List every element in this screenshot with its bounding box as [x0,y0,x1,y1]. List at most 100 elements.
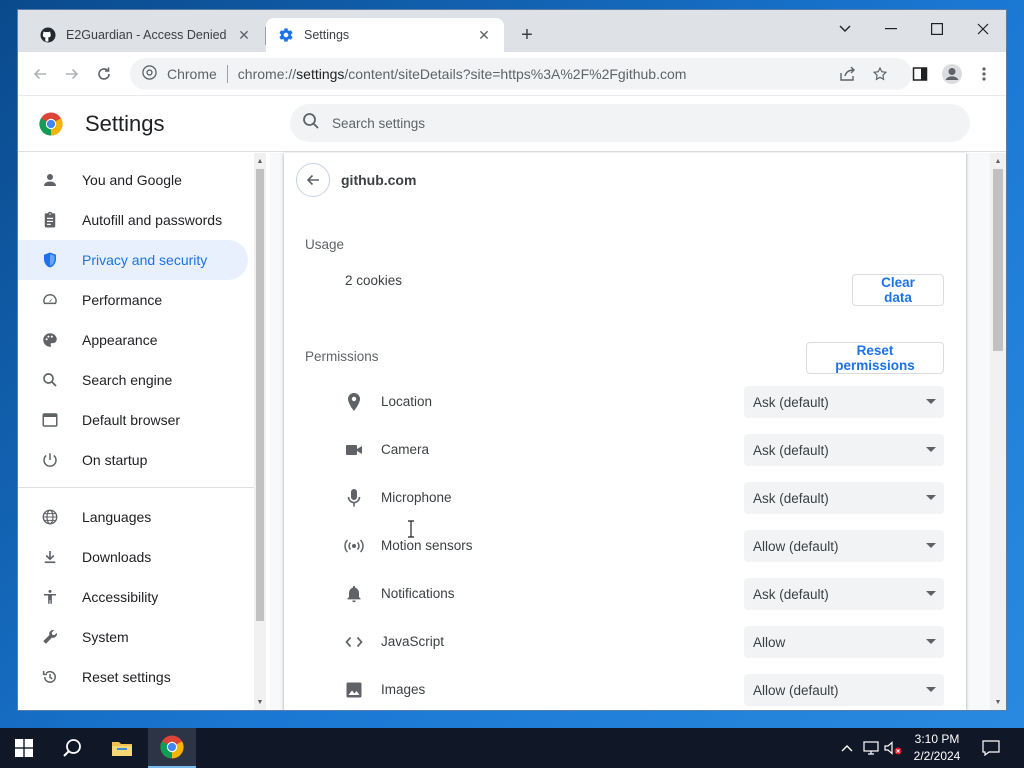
settings-sidebar: You and Google Autofill and passwords Pr… [18,153,270,710]
select-value: Ask (default) [753,442,829,458]
speedometer-icon [40,290,60,310]
permissions-heading: Permissions [305,349,379,364]
select-value: Allow [753,634,786,650]
side-panel-icon[interactable] [908,62,932,86]
image-icon [342,680,366,700]
sidebar-item-label: Downloads [82,549,152,565]
maximize-icon[interactable] [922,16,952,42]
windows-start-icon[interactable] [0,728,48,768]
url-host: settings [296,66,345,82]
tab-title: Settings [304,28,350,42]
taskbar-clock[interactable]: 3:10 PM 2/2/2024 [903,731,971,765]
github-icon [40,27,56,43]
main-scrollbar[interactable]: ▲ ▼ [990,153,1006,710]
site-label: Chrome [167,66,217,82]
javascript-select[interactable]: Allow [744,626,944,658]
sidebar-item-on-startup[interactable]: On startup [18,440,248,480]
history-icon [40,667,60,687]
sidebar-item-appearance[interactable]: Appearance [18,320,248,360]
chrome-icon [142,65,157,83]
motion-sensors-select[interactable]: Allow (default) [744,530,944,562]
dropdown-caret-icon [926,687,936,692]
sidebar-item-label: Privacy and security [82,252,208,268]
microphone-select[interactable]: Ask (default) [744,482,944,514]
palette-icon [40,330,60,350]
sidebar-item-label: Search engine [82,372,173,388]
select-value: Ask (default) [753,490,829,506]
network-icon[interactable] [862,739,880,757]
sidebar-item-label: Accessibility [82,589,159,605]
bookmark-star-icon[interactable] [868,62,892,86]
code-icon [342,632,366,652]
clear-data-button[interactable]: Clear data [852,274,944,306]
usage-heading: Usage [305,237,345,252]
sidebar-item-label: Performance [82,292,163,308]
location-select[interactable]: Ask (default) [744,386,944,418]
taskbar-search-icon[interactable] [48,728,96,768]
site-details-card: github.com Usage 2 cookies Clear data Pe… [284,153,966,710]
sidebar-divider [18,487,254,488]
notifications-select[interactable]: Ask (default) [744,578,944,610]
minimize-icon[interactable] [876,16,906,42]
sidebar-scrollbar[interactable]: ▲ ▼ [254,153,266,710]
select-value: Ask (default) [753,586,829,602]
sidebar-item-label: On startup [82,452,148,468]
chrome-taskbar-icon[interactable] [148,728,196,768]
sidebar-item-system[interactable]: System [18,617,248,657]
tray-chevron-up-icon[interactable] [838,739,856,757]
sidebar-item-performance[interactable]: Performance [18,280,248,320]
new-tab-button[interactable]: + [516,24,538,46]
forward-arrow-icon[interactable] [60,62,84,86]
sidebar-item-languages[interactable]: Languages [18,497,248,537]
sidebar-item-label: Default browser [82,412,181,428]
scroll-down-icon[interactable]: ▼ [992,696,1004,708]
camera-select[interactable]: Ask (default) [744,434,944,466]
kebab-menu-icon[interactable] [972,62,996,86]
share-icon[interactable] [836,62,860,86]
person-icon [40,170,60,190]
back-button[interactable] [296,163,330,197]
dropdown-caret-icon [926,591,936,596]
sidebar-item-downloads[interactable]: Downloads [18,537,248,577]
scroll-down-icon[interactable]: ▼ [254,696,266,708]
main-scroll-thumb[interactable] [993,169,1003,351]
file-explorer-icon[interactable] [98,728,146,768]
chevron-down-icon[interactable] [830,16,860,42]
sidebar-item-privacy-and-security[interactable]: Privacy and security [18,240,248,280]
sidebar-item-accessibility[interactable]: Accessibility [18,577,248,617]
close-icon[interactable]: ✕ [236,27,252,43]
images-select[interactable]: Allow (default) [744,674,944,706]
close-icon[interactable]: ✕ [476,27,492,43]
reload-icon[interactable] [92,62,116,86]
search-settings-box[interactable] [290,104,970,142]
browser-toolbar: Chrome chrome://settings/content/siteDet… [18,52,1006,96]
sidebar-item-search-engine[interactable]: Search engine [18,360,248,400]
tab-e2guardian[interactable]: E2Guardian - Access Denied ✕ [28,18,264,52]
sidebar-item-reset-settings[interactable]: Reset settings [18,657,248,697]
wrench-icon [40,627,60,647]
dropdown-caret-icon [926,639,936,644]
sidebar-item-autofill[interactable]: Autofill and passwords [18,200,248,240]
sidebar-item-you-and-google[interactable]: You and Google [18,160,248,200]
permission-label: Microphone [381,490,452,505]
sidebar-item-label: Languages [82,509,152,525]
notification-center-icon[interactable] [982,739,1000,757]
permission-label: JavaScript [381,634,445,649]
site-info-chip[interactable]: Chrome [130,65,217,83]
reset-permissions-button[interactable]: Reset permissions [806,342,944,374]
profile-avatar-icon[interactable] [940,62,964,86]
scroll-up-icon[interactable]: ▲ [992,155,1004,167]
window-close-icon[interactable] [968,16,998,42]
sidebar-item-default-browser[interactable]: Default browser [18,400,248,440]
permission-label: Images [381,682,426,697]
page-title: Settings [85,111,165,136]
tab-settings[interactable]: Settings ✕ [266,18,504,52]
scroll-up-icon[interactable]: ▲ [254,155,266,167]
address-bar[interactable]: Chrome chrome://settings/content/siteDet… [130,58,912,90]
volume-muted-icon[interactable] [884,739,902,757]
back-arrow-icon[interactable] [28,62,52,86]
tab-strip: E2Guardian - Access Denied ✕ Settings ✕ … [18,10,1006,52]
permission-label: Notifications [381,586,455,601]
search-settings-input[interactable] [332,115,932,131]
sidebar-scroll-thumb[interactable] [256,169,264,621]
